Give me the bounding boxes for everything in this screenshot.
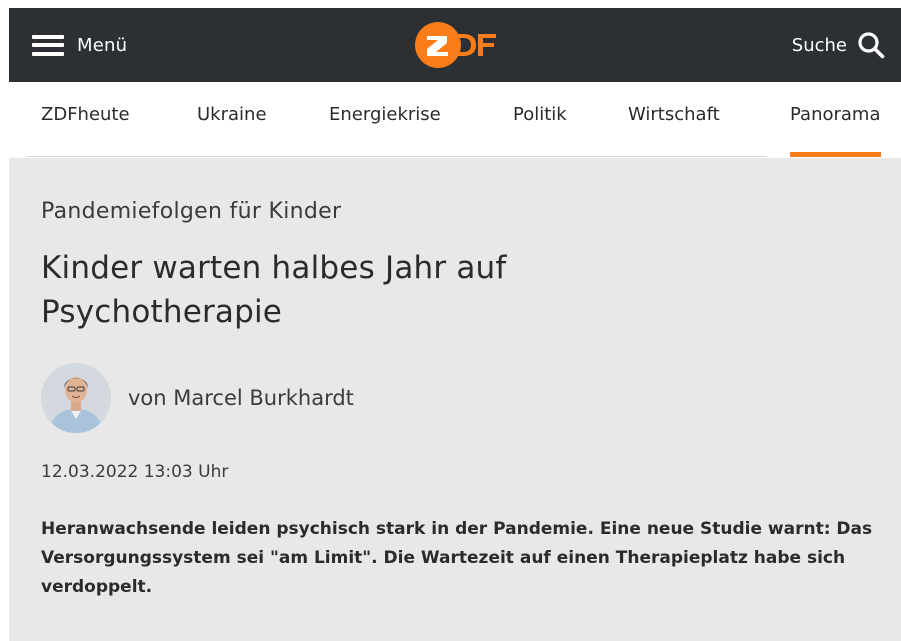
article-kicker: Pandemiefolgen für Kinder	[41, 199, 342, 224]
hamburger-icon	[32, 34, 64, 56]
author-name[interactable]: von Marcel Burkhardt	[128, 386, 354, 410]
article-header: Pandemiefolgen für Kinder Kinder warten …	[9, 158, 901, 641]
nav-divider	[27, 156, 767, 157]
nav-item-panorama[interactable]: Panorama	[790, 104, 881, 157]
nav-item-wirtschaft[interactable]: Wirtschaft	[628, 104, 720, 156]
article-lead: Heranwachsende leiden psychisch stark in…	[41, 519, 873, 597]
publish-date: 12.03.2022 13:03 Uhr	[41, 462, 229, 482]
menu-label: Menü	[77, 34, 128, 56]
zdf-logo[interactable]	[414, 21, 506, 69]
nav-item-energiekrise[interactable]: Energiekrise	[329, 104, 441, 156]
nav-item-politik[interactable]: Politik	[513, 104, 567, 156]
category-nav: ZDFheute Ukraine Energiekrise Politik Wi…	[9, 82, 901, 158]
author-byline: von Marcel Burkhardt	[41, 363, 354, 433]
menu-button[interactable]: Menü	[32, 30, 127, 60]
search-icon	[858, 32, 885, 59]
search-label: Suche	[791, 34, 847, 56]
author-avatar[interactable]	[41, 363, 111, 433]
top-bar: Menü Suche	[9, 8, 901, 82]
nav-item-ukraine[interactable]: Ukraine	[197, 104, 267, 156]
article-headline: Kinder warten halbes Jahr auf Psychother…	[41, 250, 507, 330]
nav-item-zdfheute[interactable]: ZDFheute	[41, 104, 130, 156]
search-button[interactable]: Suche	[792, 30, 885, 60]
